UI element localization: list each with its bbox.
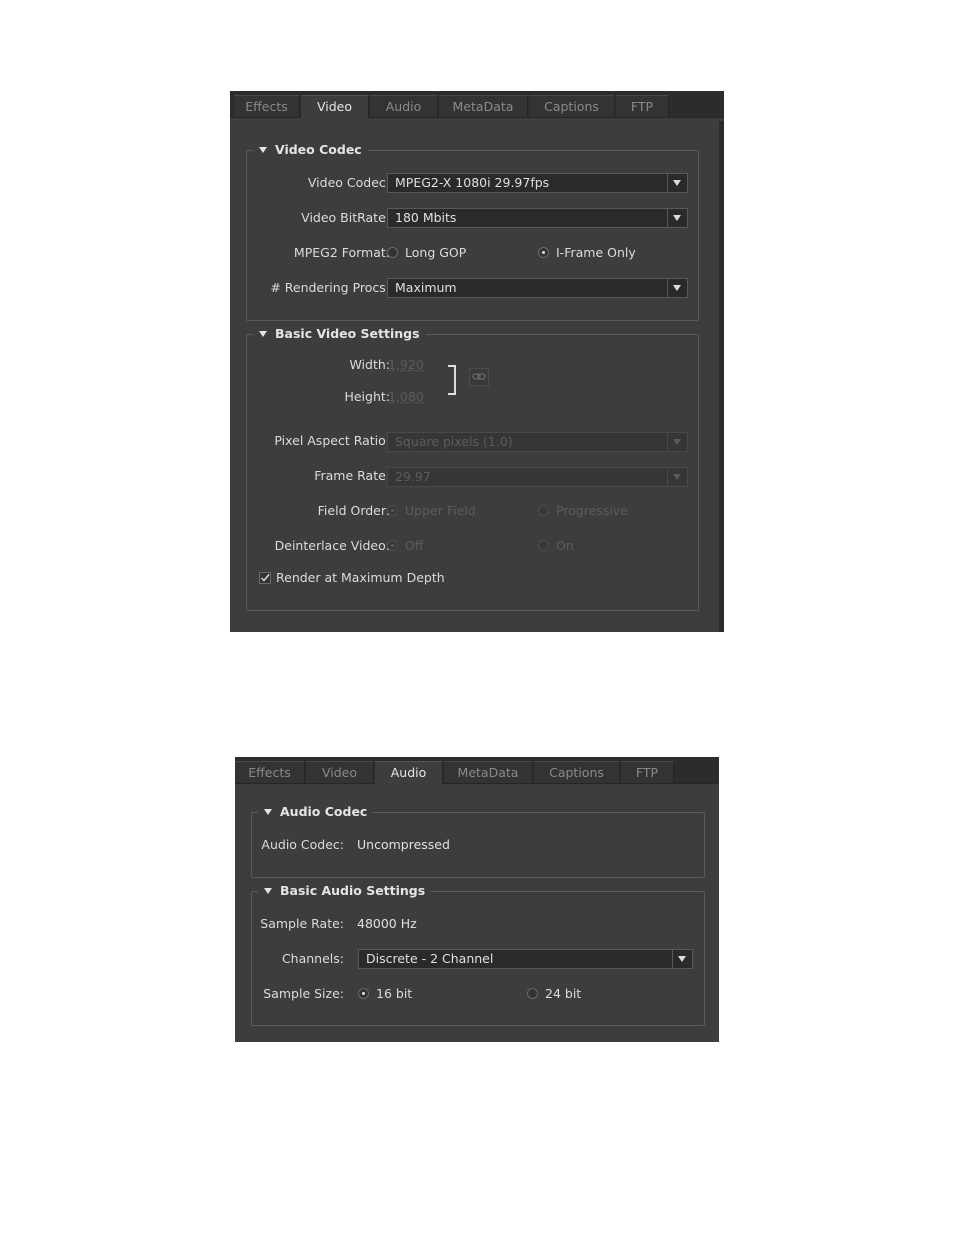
tab-video[interactable]: Video xyxy=(306,761,374,783)
tab-audio[interactable]: Audio xyxy=(370,95,438,117)
height-value: 1,080 xyxy=(388,389,424,404)
radio-button-selected-icon xyxy=(387,540,398,551)
chevron-down-icon[interactable] xyxy=(667,174,687,192)
video-codec-group: Video Codec Video Codec: MPEG2-X 1080i 2… xyxy=(246,140,699,321)
basic-audio-settings-header[interactable]: Basic Audio Settings xyxy=(258,881,432,901)
video-bitrate-dropdown[interactable]: 180 Mbits xyxy=(387,208,688,228)
radio-button-selected-icon xyxy=(358,988,369,999)
radio-label: Upper Field xyxy=(405,503,476,518)
sample-rate-label: Sample Rate: xyxy=(260,916,344,931)
radio-label: I-Frame Only xyxy=(556,245,636,260)
radio-button-icon xyxy=(538,540,549,551)
checkbox-icon xyxy=(259,572,271,584)
checkbox-label: Render at Maximum Depth xyxy=(276,570,445,585)
radio-label: Long GOP xyxy=(405,245,467,260)
tab-captions[interactable]: Captions xyxy=(534,761,620,783)
tab-effects[interactable]: Effects xyxy=(234,95,300,117)
radio-button-selected-icon xyxy=(538,247,549,258)
width-value: 1,920 xyxy=(388,357,424,372)
tab-bar: Effects Video Audio MetaData Captions FT… xyxy=(230,91,724,118)
tab-audio[interactable]: Audio xyxy=(375,761,443,784)
pixel-aspect-ratio-dropdown[interactable]: Square pixels (1.0) xyxy=(387,432,688,452)
basic-video-settings-header[interactable]: Basic Video Settings xyxy=(253,324,426,344)
video-export-panel: Effects Video Audio MetaData Captions FT… xyxy=(230,91,724,632)
video-codec-dropdown[interactable]: MPEG2-X 1080i 29.97fps xyxy=(387,173,688,193)
collapse-triangle-icon xyxy=(264,888,272,894)
channels-label: Channels: xyxy=(281,951,344,966)
dropdown-value: Maximum xyxy=(395,280,457,295)
dropdown-value: Discrete - 2 Channel xyxy=(366,951,494,966)
audio-export-panel: Effects Video Audio MetaData Captions FT… xyxy=(235,757,719,1042)
tab-metadata[interactable]: MetaData xyxy=(444,761,533,783)
radio-label: Off xyxy=(405,538,424,553)
frame-rate-dropdown[interactable]: 29.97 xyxy=(387,467,688,487)
radio-label: 16 bit xyxy=(376,986,413,1001)
dimension-link-bracket xyxy=(448,365,456,395)
constrain-proportions-button[interactable] xyxy=(469,368,489,386)
collapse-triangle-icon xyxy=(264,809,272,815)
group-title: Video Codec xyxy=(275,142,362,157)
basic-video-settings-group: Basic Video Settings Width: 1,920 Height… xyxy=(246,324,699,611)
pixel-aspect-ratio-label: Pixel Aspect Ratio: xyxy=(274,433,390,448)
chain-link-icon xyxy=(472,373,486,380)
dropdown-value: 29.97 xyxy=(395,469,431,484)
rendering-procs-dropdown[interactable]: Maximum xyxy=(387,278,688,298)
sample-size-label: Sample Size: xyxy=(263,986,344,1001)
chevron-down-icon[interactable] xyxy=(672,950,692,968)
video-codec-label: Video Codec: xyxy=(307,175,390,190)
tab-captions[interactable]: Captions xyxy=(529,95,615,117)
radio-button-selected-icon xyxy=(387,505,398,516)
basic-audio-settings-group: Basic Audio Settings Sample Rate: 48000 … xyxy=(251,881,705,1026)
chevron-down-icon[interactable] xyxy=(667,279,687,297)
dropdown-value: MPEG2-X 1080i 29.97fps xyxy=(395,175,550,190)
group-title: Basic Audio Settings xyxy=(280,883,426,898)
video-bitrate-label: Video BitRate: xyxy=(301,210,390,225)
audio-codec-value: Uncompressed xyxy=(357,837,450,852)
mpeg2-format-label: MPEG2 Format: xyxy=(293,245,390,260)
group-title: Audio Codec xyxy=(280,804,368,819)
audio-codec-group-header[interactable]: Audio Codec xyxy=(258,802,374,822)
tab-video[interactable]: Video xyxy=(301,95,369,118)
tab-metadata[interactable]: MetaData xyxy=(439,95,528,117)
tab-effects[interactable]: Effects xyxy=(235,761,305,783)
chevron-down-icon[interactable] xyxy=(667,209,687,227)
width-label: Width: xyxy=(349,357,390,372)
scrollbar[interactable] xyxy=(719,121,724,632)
frame-rate-label: Frame Rate: xyxy=(314,468,390,483)
tab-bar: Effects Video Audio MetaData Captions FT… xyxy=(235,757,719,784)
audio-codec-label: Audio Codec: xyxy=(261,837,344,852)
dropdown-value: Square pixels (1.0) xyxy=(395,434,513,449)
radio-button-icon xyxy=(527,988,538,999)
group-title: Basic Video Settings xyxy=(275,326,420,341)
dropdown-value: 180 Mbits xyxy=(395,210,457,225)
radio-label: 24 bit xyxy=(545,986,582,1001)
deinterlace-video-label: Deinterlace Video: xyxy=(274,538,390,553)
radio-button-icon xyxy=(387,247,398,258)
checkmark-icon xyxy=(261,574,270,582)
sample-rate-value: 48000 Hz xyxy=(357,916,417,931)
tab-ftp[interactable]: FTP xyxy=(621,761,674,783)
radio-label: On xyxy=(556,538,574,553)
chevron-down-icon[interactable] xyxy=(667,468,687,486)
height-label: Height: xyxy=(344,389,390,404)
collapse-triangle-icon xyxy=(259,331,267,337)
chevron-down-icon[interactable] xyxy=(667,433,687,451)
channels-dropdown[interactable]: Discrete - 2 Channel xyxy=(358,949,693,969)
rendering-procs-label: # Rendering Procs: xyxy=(270,280,390,295)
collapse-triangle-icon xyxy=(259,147,267,153)
radio-label: Progressive xyxy=(556,503,628,518)
tab-ftp[interactable]: FTP xyxy=(616,95,669,117)
audio-codec-group: Audio Codec Audio Codec: Uncompressed xyxy=(251,802,705,878)
video-codec-group-header[interactable]: Video Codec xyxy=(253,140,368,160)
field-order-label: Field Order: xyxy=(317,503,390,518)
radio-button-icon xyxy=(538,505,549,516)
